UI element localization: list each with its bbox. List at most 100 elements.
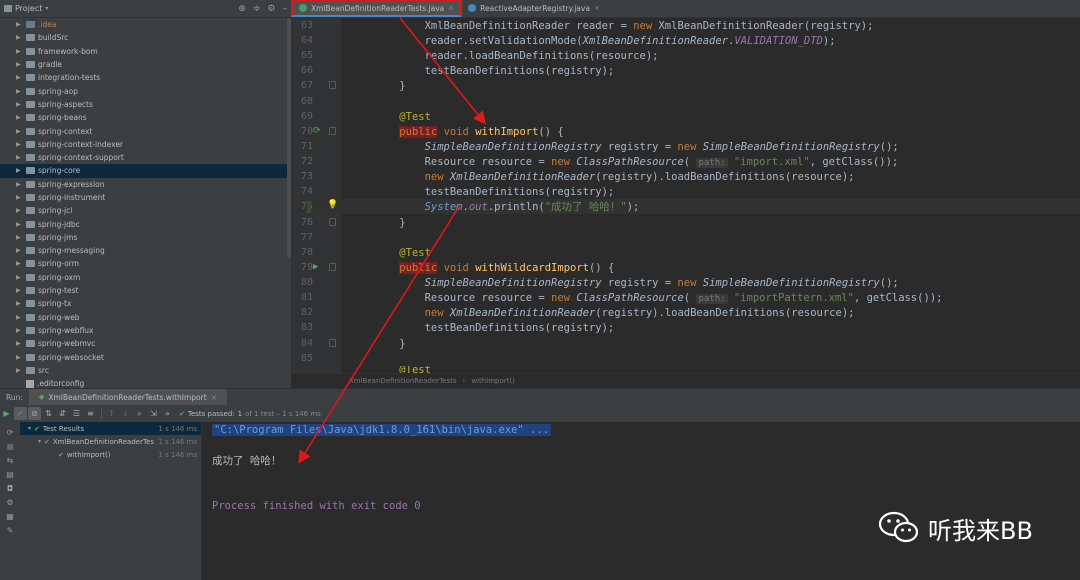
chevron-right-icon[interactable]: ▶ [16, 61, 26, 68]
tree-item[interactable]: ▶ spring-jcl [0, 204, 291, 217]
arrow-up-icon[interactable]: ↑ [105, 407, 118, 420]
chevron-down-icon[interactable]: ▾ [45, 5, 48, 12]
tree-item[interactable]: ▶ spring-expression [0, 178, 291, 191]
code-line: 81 Resource resource = new ClassPathReso… [300, 291, 943, 304]
lightbulb-icon[interactable]: 💡 [327, 200, 338, 210]
tree-item[interactable]: ▶ spring-instrument [0, 191, 291, 204]
show-passed-icon[interactable]: ✓ [14, 407, 27, 420]
gear-icon[interactable]: ⚙ [267, 4, 275, 14]
chevron-right-icon[interactable]: ▶ [16, 340, 26, 347]
chevron-right-icon[interactable]: ▶ [16, 141, 26, 148]
chevron-right-icon[interactable]: ▶ [16, 34, 26, 41]
tree-item[interactable]: ▶ spring-jdbc [0, 217, 291, 230]
chevron-right-icon[interactable]: ▶ [16, 274, 26, 281]
chevron-right-icon[interactable]: ▶ [16, 88, 26, 95]
arrow-down-icon[interactable]: ↓ [119, 407, 132, 420]
tree-item[interactable]: ▶ spring-oxm [0, 271, 291, 284]
breadcrumb-class[interactable]: XmlBeanDefinitionReaderTests [349, 377, 457, 385]
chevron-right-icon[interactable]: ▶ [16, 167, 26, 174]
chevron-right-icon[interactable]: ▶ [16, 287, 26, 294]
chevron-right-icon[interactable]: ▶ [16, 221, 26, 228]
tree-item[interactable]: ▶ integration-tests [0, 71, 291, 84]
target-icon[interactable]: ⊕ [238, 4, 246, 14]
tree-item[interactable]: ▶ src [0, 364, 291, 377]
chevron-right-icon[interactable]: ▶ [16, 101, 26, 108]
console-output[interactable]: "C:\Program Files\Java\jdk1.8.0_161\bin\… [202, 422, 1080, 580]
chevron-down-icon[interactable]: ▾ [38, 438, 41, 445]
chevron-right-icon[interactable]: ▶ [16, 48, 26, 55]
tree-item[interactable]: ▶ spring-context-indexer [0, 138, 291, 151]
test-results-root[interactable]: ▾ ✔ Test Results 1 s 146 ms [20, 422, 201, 435]
sort-alpha-icon[interactable]: ⇅ [42, 407, 55, 420]
breadcrumb-method[interactable]: withImport() [471, 377, 515, 385]
tree-item[interactable]: ▶ spring-jms [0, 231, 291, 244]
tree-item[interactable]: ▶ spring-web [0, 311, 291, 324]
stop-icon[interactable]: ■ [6, 442, 14, 451]
dump-icon[interactable]: ▤ [6, 470, 14, 479]
tab-xml-bean-definition-reader-tests[interactable]: XmlBeanDefinitionReaderTests.java × [291, 0, 463, 17]
close-icon[interactable]: × [448, 4, 454, 12]
camera-icon[interactable]: ◘ [7, 484, 13, 493]
import-icon[interactable]: ⇲ [147, 407, 160, 420]
test-results-class[interactable]: ▾ ✔ XmlBeanDefinitionReaderTes 1 s 146 m… [20, 435, 201, 448]
rerun-icon[interactable]: ⟳ [7, 428, 14, 437]
run-icon[interactable]: ▶ [0, 407, 13, 420]
chevron-right-icon[interactable]: ▶ [16, 260, 26, 267]
tree-item[interactable]: ▶ spring-core [0, 164, 291, 178]
code-area[interactable]: 63 XmlBeanDefinitionReader reader = new … [291, 18, 1080, 373]
chevron-right-icon[interactable]: ▶ [16, 194, 26, 201]
layout-icon[interactable]: ▦ [6, 512, 14, 521]
chevron-right-icon[interactable]: ▶ [16, 367, 26, 374]
close-icon[interactable]: × [211, 393, 217, 402]
hide-icon[interactable]: – [283, 4, 288, 14]
tree-item[interactable]: ▶ spring-aop [0, 84, 291, 97]
run-test-icon[interactable]: ▶ [313, 262, 318, 272]
tree-item[interactable]: ▶ framework-bom [0, 45, 291, 58]
show-ignored-icon[interactable]: ⊘ [28, 407, 41, 420]
chevron-right-icon[interactable]: » [161, 407, 174, 420]
tree-item[interactable]: ▶ spring-messaging [0, 244, 291, 257]
chevron-right-icon[interactable]: ▶ [16, 181, 26, 188]
chevron-right-icon[interactable]: ▶ [16, 327, 26, 334]
tree-item[interactable]: ▶ spring-test [0, 284, 291, 297]
chevron-right-icon[interactable]: ▶ [16, 207, 26, 214]
expand-all-icon[interactable]: ☰ [70, 407, 83, 420]
tree-item[interactable]: ▶ .idea [0, 18, 291, 31]
tree-item[interactable]: ▶ gradle [0, 58, 291, 71]
chevron-right-icon[interactable]: ▶ [16, 314, 26, 321]
tree-item[interactable]: ▶ spring-tx [0, 297, 291, 310]
tree-item[interactable]: ▶ buildSrc [0, 31, 291, 44]
pin-icon[interactable]: ✎ [7, 526, 14, 535]
sort-duration-icon[interactable]: ⇵ [56, 407, 69, 420]
watermark: 听我来BB [878, 510, 1033, 546]
toggle-icon[interactable]: ⇆ [7, 456, 14, 465]
chevron-right-icon[interactable]: ▶ [16, 300, 26, 307]
tree-item[interactable]: ▶ spring-beans [0, 111, 291, 124]
chevron-right-icon[interactable]: ▶ [16, 128, 26, 135]
tab-reactive-adapter-registry[interactable]: ReactiveAdapterRegistry.java × [462, 0, 606, 17]
chevron-right-icon[interactable]: ▶ [16, 74, 26, 81]
chevron-right-icon[interactable]: ▶ [16, 114, 26, 121]
collapse-icon[interactable]: ≑ [253, 4, 261, 14]
settings-icon[interactable]: ⚙ [6, 498, 13, 507]
rerun-test-icon[interactable]: ⟳ [313, 126, 321, 136]
tree-item[interactable]: ▶ spring-context-support [0, 151, 291, 164]
chevron-down-icon[interactable]: ▾ [28, 425, 31, 432]
chevron-right-icon[interactable]: ▶ [16, 234, 26, 241]
chevron-right-icon[interactable]: ▶ [16, 21, 26, 28]
tree-item[interactable]: ▶ spring-orm [0, 257, 291, 270]
project-title[interactable]: Project [15, 4, 42, 13]
tree-item[interactable]: ▶ spring-aspects [0, 98, 291, 111]
magnifier-icon[interactable]: ⌕ [133, 407, 146, 420]
tree-item[interactable]: ▶ spring-webflux [0, 324, 291, 337]
close-icon[interactable]: × [594, 4, 600, 12]
chevron-right-icon[interactable]: ▶ [16, 154, 26, 161]
collapse-all-icon[interactable]: ≡ [84, 407, 97, 420]
chevron-right-icon[interactable]: ▶ [16, 247, 26, 254]
chevron-right-icon[interactable]: ▶ [16, 354, 26, 361]
tree-item[interactable]: ▶ spring-webmvc [0, 337, 291, 350]
test-results-method[interactable]: ✔ withImport() 1 s 146 ms [20, 448, 201, 461]
tree-item[interactable]: ▶ spring-context [0, 124, 291, 137]
tree-item[interactable]: ▶ spring-websocket [0, 350, 291, 363]
run-tab[interactable]: ◆ XmlBeanDefinitionReaderTests.withImpor… [28, 388, 227, 406]
